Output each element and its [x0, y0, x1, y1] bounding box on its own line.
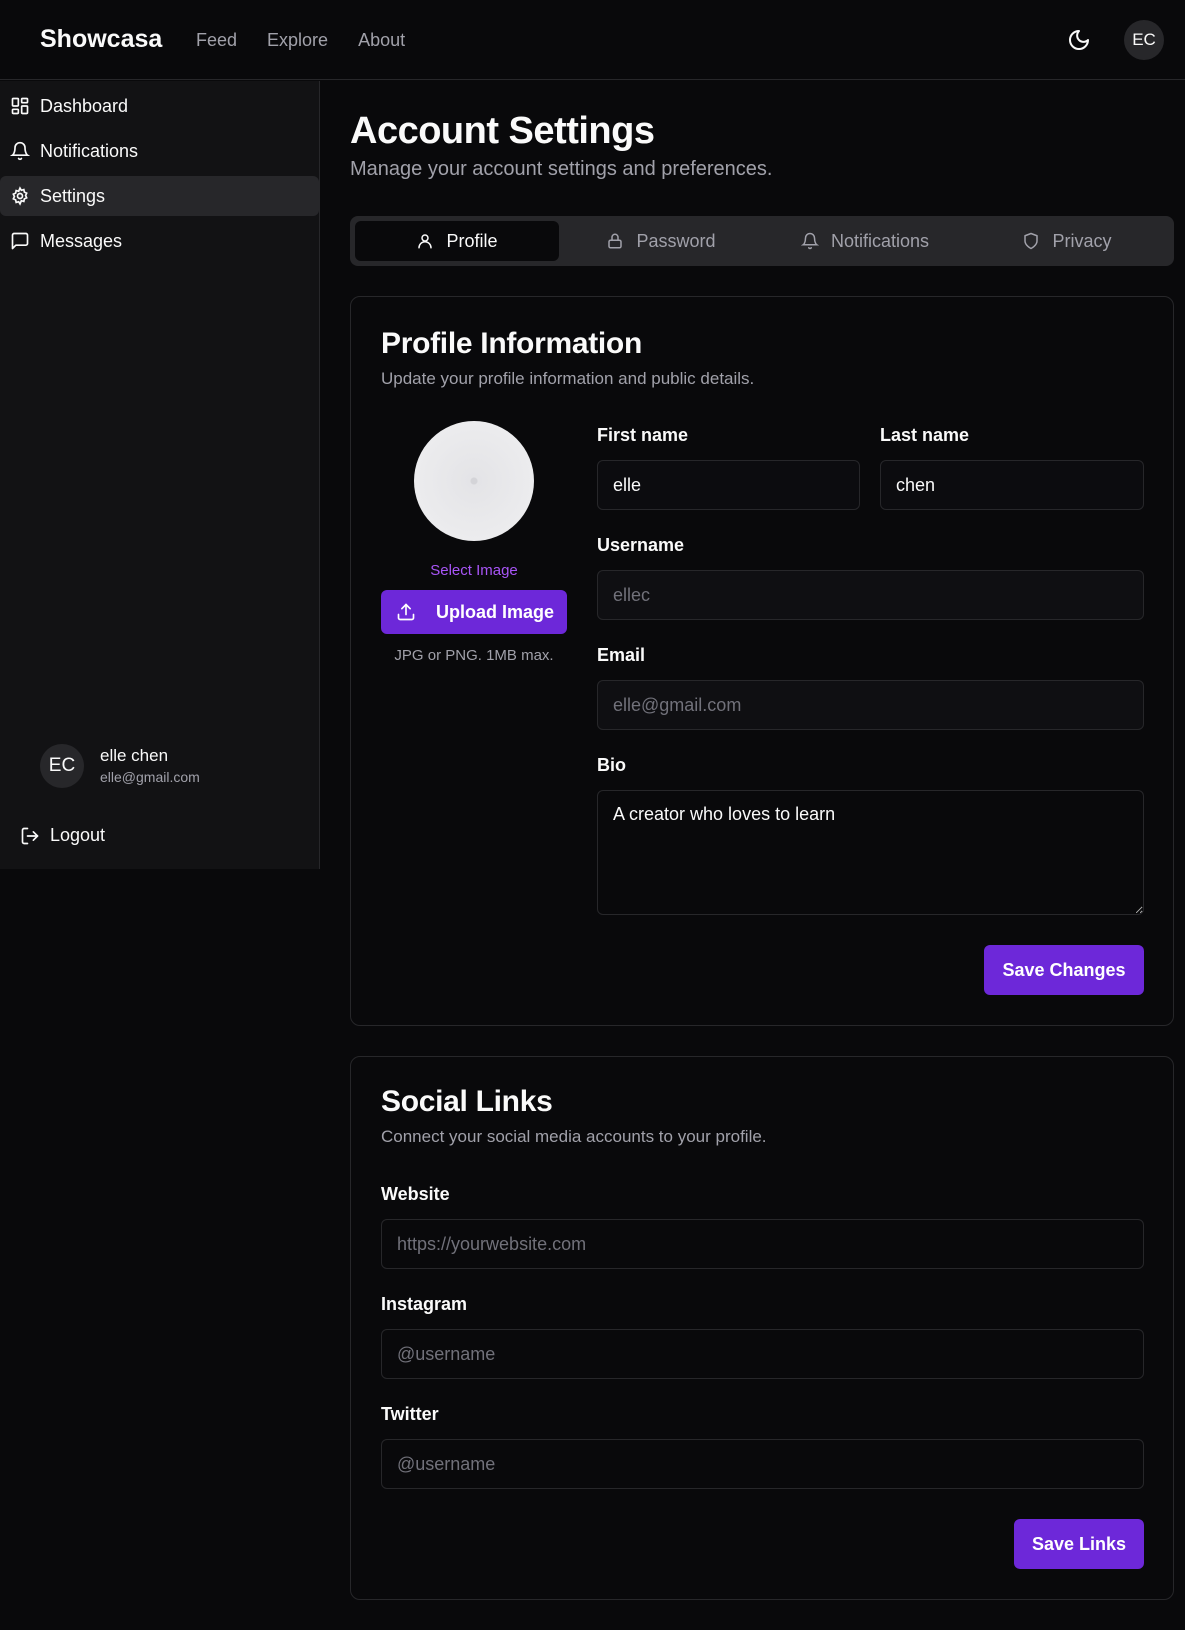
tab-label: Profile [446, 230, 498, 251]
user-email: elle@gmail.com [100, 769, 200, 785]
sidebar-item-label: Settings [40, 185, 106, 206]
first-name-input[interactable] [597, 460, 860, 510]
lock-icon [608, 233, 623, 249]
username-input[interactable] [597, 570, 1144, 620]
logout-label: Logout [50, 825, 106, 845]
nav-feed[interactable]: Feed [196, 30, 237, 51]
logout-button[interactable]: Logout [20, 825, 105, 846]
upload-label: Upload Image [436, 601, 555, 622]
upload-image-button[interactable]: Upload Image [381, 590, 567, 634]
card-subtitle: Update your profile information and publ… [381, 369, 755, 388]
logout-icon [21, 827, 39, 844]
sidebar-item-dashboard[interactable]: Dashboard [0, 86, 319, 126]
username-label: Username [597, 535, 685, 555]
bell-icon [10, 141, 30, 161]
shield-icon [1024, 232, 1039, 250]
dashboard-icon [11, 97, 29, 115]
sidebar-user: EC elle chen elle@gmail.com [40, 744, 200, 788]
bio-label: Bio [597, 755, 626, 775]
sidebar-item-label: Messages [40, 230, 123, 251]
upload-icon [397, 603, 415, 621]
bell-icon [800, 232, 819, 250]
user-name: elle chen [100, 746, 169, 765]
last-name-label: Last name [880, 425, 970, 445]
top-nav: Feed Explore About [196, 30, 405, 51]
theme-toggle-button[interactable] [1067, 28, 1091, 52]
first-name-label: First name [597, 425, 689, 445]
select-image-link[interactable]: Select Image [381, 562, 567, 579]
email-input[interactable] [597, 680, 1144, 730]
gear-icon [12, 186, 28, 206]
social-links-card: Social Links Connect your social media a… [350, 1056, 1174, 1600]
tab-label: Notifications [830, 230, 930, 251]
sidebar: Dashboard Notifications Settings Message… [0, 81, 320, 869]
website-label: Website [381, 1184, 450, 1204]
moon-icon [1069, 30, 1089, 50]
card-title: Social Links [381, 1085, 553, 1118]
email-label: Email [597, 645, 646, 665]
twitter-input[interactable] [381, 1439, 1144, 1489]
message-icon [11, 232, 29, 250]
avatar: EC [40, 744, 84, 788]
brand-logo[interactable]: Showcasa [40, 25, 162, 54]
sidebar-item-notifications[interactable]: Notifications [0, 131, 319, 171]
user-icon [418, 234, 433, 249]
sidebar-item-label: Notifications [40, 140, 139, 161]
tab-notifications[interactable]: Notifications [763, 221, 967, 261]
sidebar-item-settings[interactable]: Settings [0, 176, 319, 216]
sidebar-item-label: Dashboard [40, 95, 129, 116]
page-title: Account Settings [350, 110, 655, 152]
tab-label: Password [636, 230, 716, 251]
tab-privacy[interactable]: Privacy [965, 221, 1169, 261]
card-subtitle: Connect your social media accounts to yo… [381, 1127, 767, 1146]
settings-tabs: Profile Password Notifications Privacy [350, 216, 1174, 266]
card-title: Profile Information [381, 327, 642, 360]
profile-card: Profile Information Update your profile … [350, 296, 1174, 1026]
save-links-button[interactable]: Save Links [1014, 1519, 1144, 1569]
last-name-input[interactable] [880, 460, 1144, 510]
bio-textarea[interactable]: A creator who loves to learn [597, 790, 1144, 915]
tab-profile[interactable]: Profile [355, 221, 559, 261]
nav-explore[interactable]: Explore [267, 30, 328, 51]
website-input[interactable] [381, 1219, 1144, 1269]
twitter-label: Twitter [381, 1404, 439, 1424]
upload-hint: JPG or PNG. 1MB max. [394, 647, 554, 664]
user-avatar[interactable]: EC [1124, 20, 1164, 60]
instagram-label: Instagram [381, 1294, 468, 1314]
nav-about[interactable]: About [358, 30, 405, 51]
instagram-input[interactable] [381, 1329, 1144, 1379]
tab-label: Privacy [1052, 230, 1112, 251]
save-changes-button[interactable]: Save Changes [984, 945, 1144, 995]
profile-image-preview [414, 421, 534, 541]
page-subtitle: Manage your account settings and prefere… [350, 158, 773, 180]
tab-password[interactable]: Password [559, 221, 763, 261]
sidebar-item-messages[interactable]: Messages [0, 221, 319, 261]
top-bar: Showcasa Feed Explore About EC [0, 0, 1185, 80]
